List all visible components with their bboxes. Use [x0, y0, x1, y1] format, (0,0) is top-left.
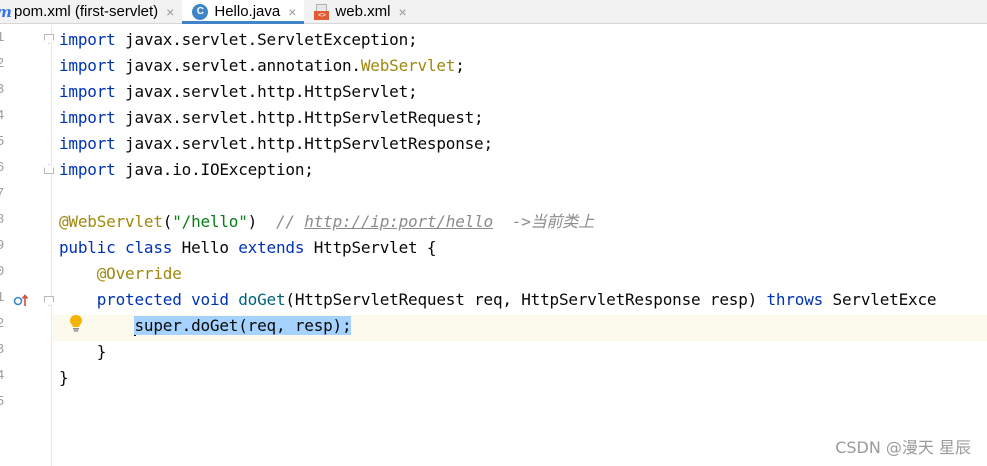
xml-file-icon: <> — [314, 3, 330, 20]
line-number: 3 — [0, 82, 5, 98]
tab-pom-xml[interactable]: m pom.xml (first-servlet) × — [0, 0, 182, 23]
code-line[interactable]: } — [59, 339, 107, 365]
code-line[interactable]: } — [59, 365, 69, 391]
tab-web-xml[interactable]: <> web.xml × — [304, 0, 414, 23]
line-number: 1 — [0, 30, 5, 46]
code-line[interactable]: protected void doGet(HttpServletRequest … — [59, 287, 937, 313]
selected-text[interactable]: super.doGet(req, resp); — [134, 316, 352, 335]
code-line[interactable]: import javax.servlet.http.HttpServlet; — [59, 79, 418, 105]
code-line[interactable]: import java.io.IOException; — [59, 157, 314, 183]
line-number: 1 — [0, 290, 5, 306]
line-number: 6 — [0, 160, 5, 176]
line-number: 9 — [0, 238, 5, 254]
tab-label: web.xml — [335, 3, 391, 20]
code-line[interactable]: import javax.servlet.annotation.WebServl… — [59, 53, 465, 79]
line-number: 5 — [0, 394, 5, 410]
code-line[interactable]: @WebServlet("/hello") // http://ip:port/… — [59, 209, 594, 235]
code-line[interactable]: @Override — [59, 261, 182, 287]
editor-gutter[interactable]: 1 2 3 4 5 6 7 8 9 0 1 2 3 4 5 — [0, 25, 54, 466]
close-icon[interactable]: × — [288, 4, 296, 20]
code-line[interactable]: import javax.servlet.ServletException; — [59, 27, 418, 53]
tab-hello-java[interactable]: C Hello.java × — [182, 0, 305, 24]
line-number: 5 — [0, 134, 5, 150]
comment-link[interactable]: http://ip:port/hello — [304, 212, 493, 231]
close-icon[interactable]: × — [398, 4, 406, 20]
code-line-current[interactable]: super.doGet(req, resp); — [59, 313, 352, 339]
close-icon[interactable]: × — [166, 4, 174, 20]
tab-label: pom.xml (first-servlet) — [14, 3, 159, 20]
lightbulb-icon[interactable] — [69, 314, 83, 332]
line-number: 3 — [0, 342, 5, 358]
line-number: 2 — [0, 316, 5, 332]
editor-tab-bar: m pom.xml (first-servlet) × C Hello.java… — [0, 0, 987, 24]
watermark: CSDN @漫天 星辰 — [835, 438, 971, 457]
line-number: 8 — [0, 212, 5, 228]
line-number: 2 — [0, 56, 5, 72]
code-line[interactable]: import javax.servlet.http.HttpServletRes… — [59, 131, 493, 157]
java-class-icon: C — [192, 3, 209, 20]
override-gutter-icon[interactable] — [13, 293, 29, 307]
code-line[interactable]: public class Hello extends HttpServlet { — [59, 235, 437, 261]
line-number: 4 — [0, 368, 5, 384]
line-number: 4 — [0, 108, 5, 124]
maven-icon: m — [0, 3, 12, 21]
code-line[interactable]: import javax.servlet.http.HttpServletReq… — [59, 105, 484, 131]
line-number: 0 — [0, 264, 5, 280]
tab-label: Hello.java — [214, 3, 281, 20]
line-number: 7 — [0, 186, 5, 202]
code-editor[interactable]: import javax.servlet.ServletException; i… — [53, 25, 987, 466]
